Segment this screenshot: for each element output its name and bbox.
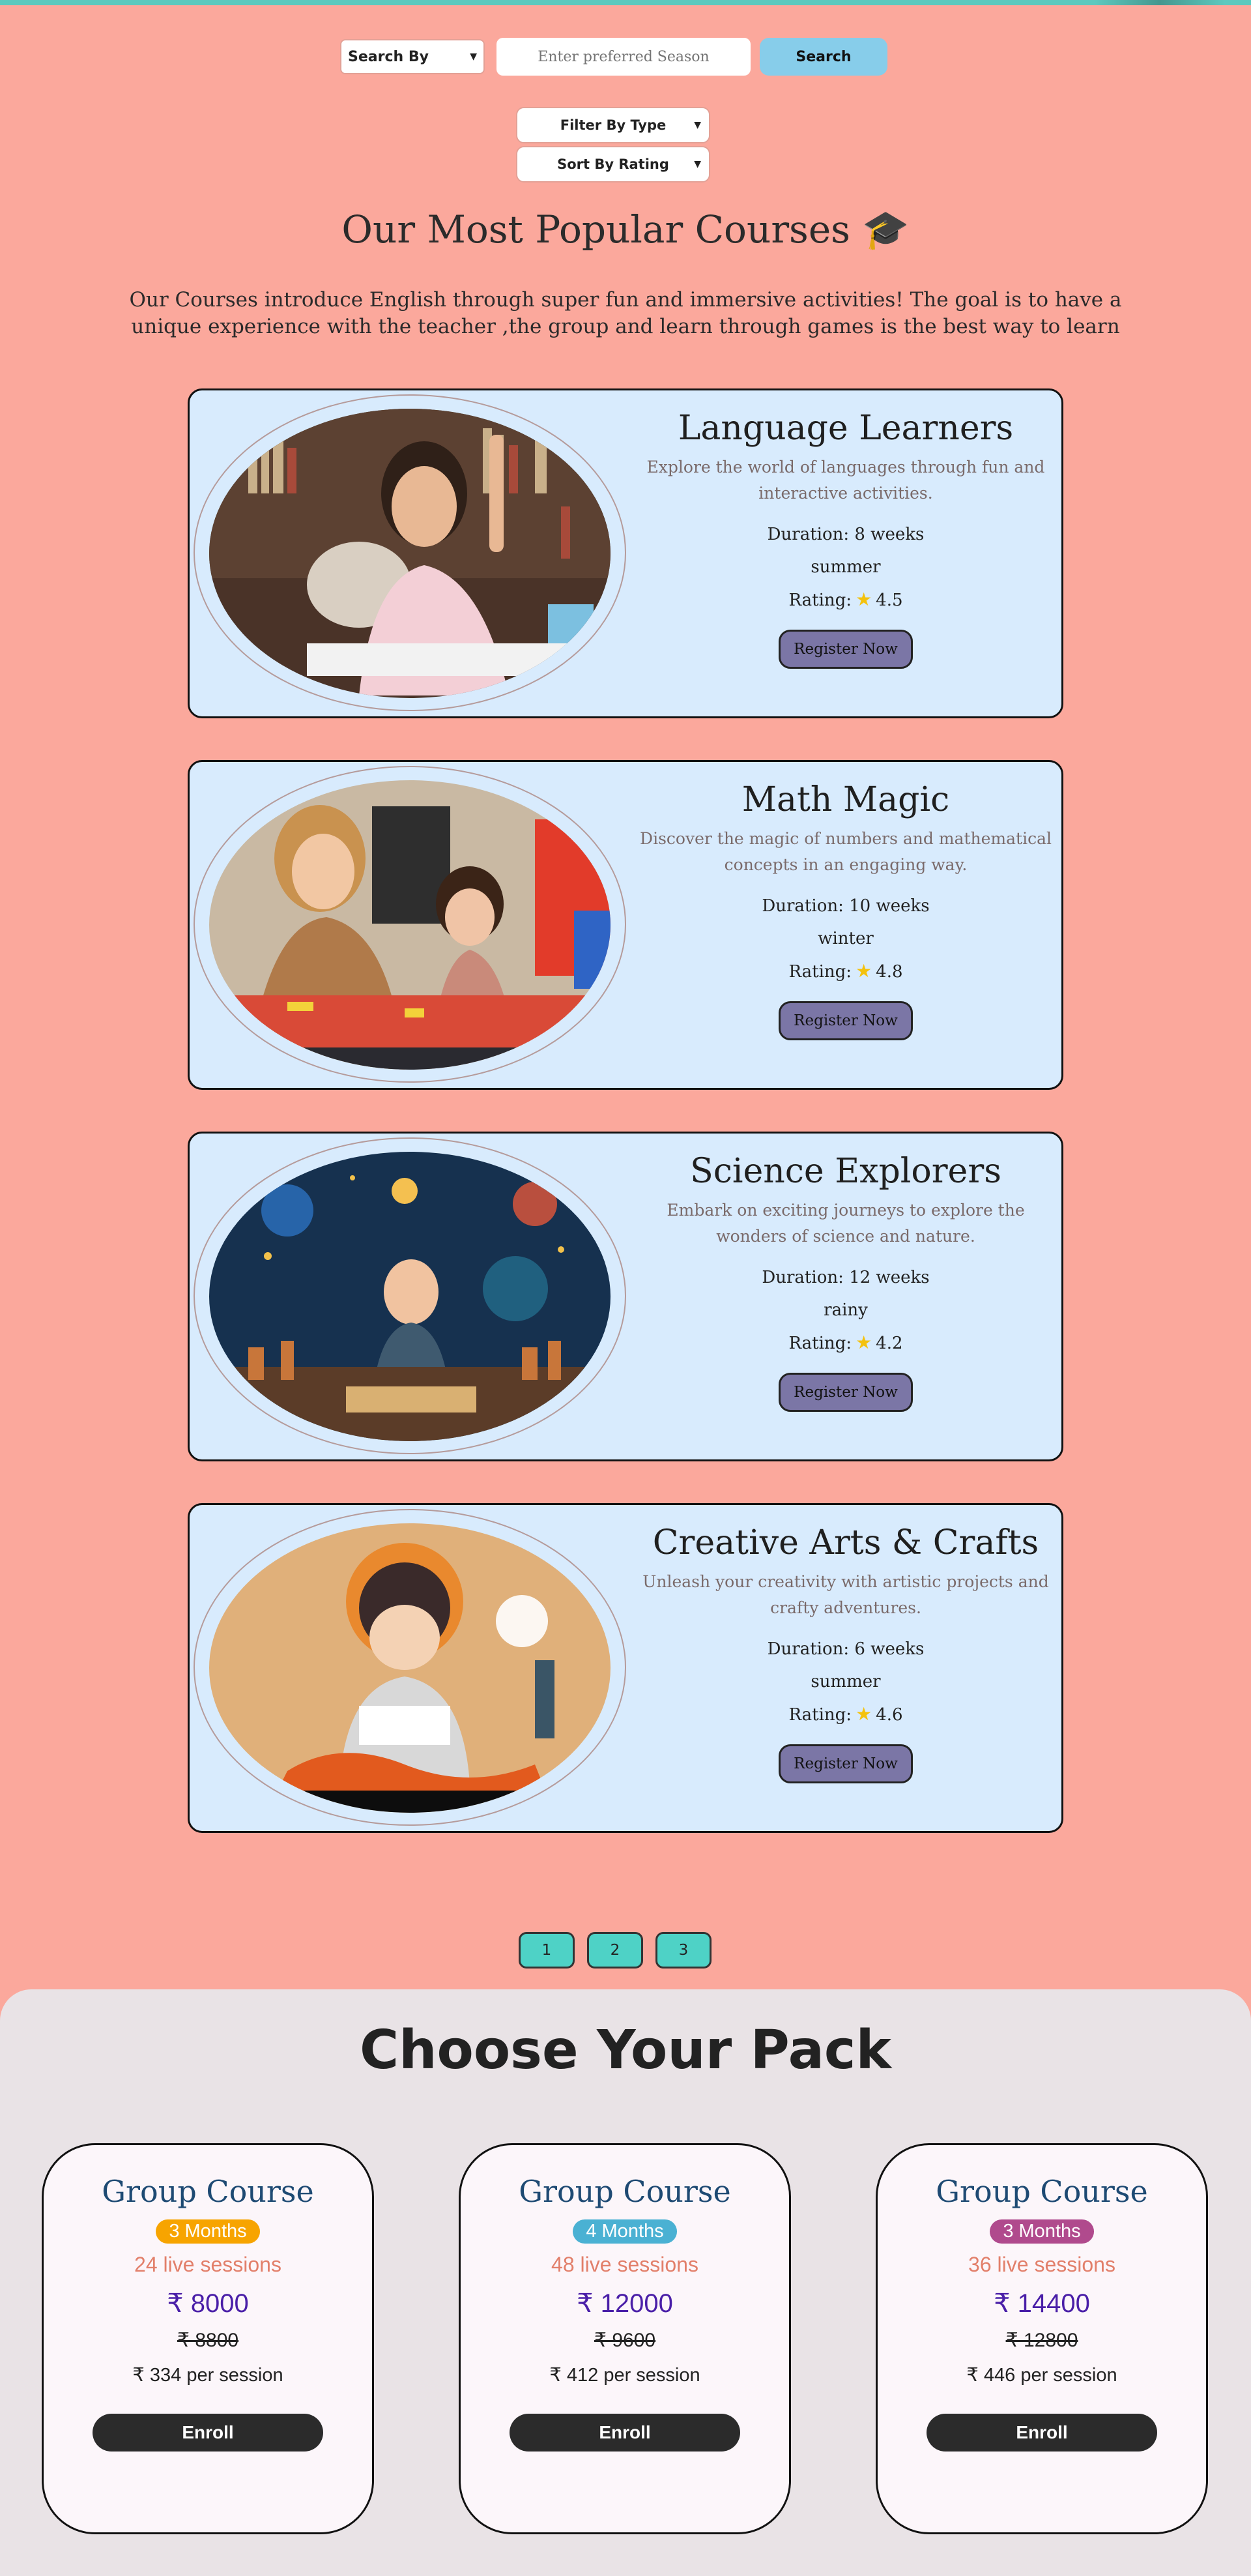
pack-card: Group Course 3 Months 24 live sessions ₹…	[42, 2143, 374, 2534]
course-rating: Rating: ★ 4.8	[626, 955, 1061, 988]
chevron-down-icon: ▼	[694, 120, 701, 130]
pack-card: Group Course 4 Months 48 live sessions ₹…	[459, 2143, 791, 2534]
course-info: Creative Arts & Crafts Unleash your crea…	[626, 1505, 1061, 1783]
rating-label: Rating:	[788, 962, 852, 982]
course-card: Language Learners Explore the world of l…	[188, 388, 1063, 718]
rating-value: 4.8	[876, 962, 903, 982]
course-rating: Rating: ★ 4.5	[626, 583, 1061, 617]
pack-per-session: ₹ 334 per session	[132, 2365, 283, 2386]
course-season: rainy	[824, 1300, 868, 1320]
pack-name: Group Course	[102, 2174, 314, 2209]
course-description: Unleash your creativity with artistic pr…	[642, 1572, 1049, 1617]
course-card: Creative Arts & Crafts Unleash your crea…	[188, 1503, 1063, 1833]
page-title: Our Most Popular Courses 🎓	[341, 207, 910, 252]
course-card: Math Magic Discover the magic of numbers…	[188, 760, 1063, 1090]
pack-name: Group Course	[519, 2174, 731, 2209]
rating-value: 4.2	[876, 1334, 903, 1353]
filter-type-label: Filter By Type	[560, 117, 667, 133]
register-now-button[interactable]: Register Now	[779, 1744, 913, 1783]
course-duration: Duration: 6 weeks	[767, 1639, 925, 1659]
filter-by-type-select[interactable]: Filter By Type ▼	[516, 107, 710, 143]
duration-badge: 3 Months	[156, 2219, 260, 2244]
page-button-1[interactable]: 1	[519, 1932, 575, 1969]
search-by-select[interactable]: Search By ▼	[340, 39, 485, 74]
course-title: Math Magic	[741, 780, 950, 819]
pack-price: ₹ 14400	[994, 2289, 1090, 2318]
season-search-input[interactable]	[496, 38, 751, 76]
chevron-down-icon: ▼	[694, 159, 701, 169]
course-image-arts	[209, 1523, 611, 1813]
rating-value: 4.6	[876, 1705, 903, 1725]
search-by-label: Search By	[348, 48, 429, 65]
course-card: Science Explorers Embark on exciting jou…	[188, 1132, 1063, 1461]
intro-text: Our Courses introduce English through su…	[129, 288, 1122, 338]
star-icon: ★	[856, 589, 872, 610]
course-season: winter	[818, 929, 874, 948]
sort-by-rating-select[interactable]: Sort By Rating ▼	[516, 146, 710, 183]
course-description: Discover the magic of numbers and mathem…	[640, 829, 1052, 874]
course-duration: Duration: 12 weeks	[762, 1268, 930, 1287]
course-duration: Duration: 8 weeks	[767, 525, 925, 544]
course-title: Science Explorers	[690, 1152, 1001, 1191]
enroll-button[interactable]: Enroll	[510, 2414, 740, 2452]
top-accent-bar	[0, 0, 1251, 5]
pack-sessions: 48 live sessions	[551, 2253, 698, 2276]
star-icon: ★	[856, 1332, 872, 1353]
course-title: Creative Arts & Crafts	[652, 1523, 1039, 1562]
pack-old-price: ₹ 12800	[1005, 2330, 1078, 2351]
rating-value: 4.5	[876, 591, 903, 610]
register-now-button[interactable]: Register Now	[779, 1001, 913, 1040]
course-description: Embark on exciting journeys to explore t…	[667, 1201, 1025, 1246]
course-season: summer	[811, 1672, 881, 1691]
pack-section-title: Choose Your Pack	[359, 2019, 892, 2081]
pack-old-price: ₹ 9600	[594, 2330, 656, 2351]
pack-sessions: 24 live sessions	[134, 2253, 281, 2276]
enroll-button[interactable]: Enroll	[93, 2414, 323, 2452]
course-description: Explore the world of languages through f…	[646, 458, 1045, 503]
course-info: Math Magic Discover the magic of numbers…	[626, 762, 1061, 1040]
course-rating: Rating: ★ 4.2	[626, 1326, 1061, 1360]
star-icon: ★	[856, 960, 872, 982]
pack-price: ₹ 12000	[577, 2289, 673, 2318]
course-rating: Rating: ★ 4.6	[626, 1698, 1061, 1731]
course-season: summer	[811, 557, 881, 577]
pack-old-price: ₹ 8800	[177, 2330, 239, 2351]
rating-label: Rating:	[788, 1705, 852, 1725]
pack-per-session: ₹ 412 per session	[549, 2365, 700, 2386]
course-image-science	[209, 1152, 611, 1441]
register-now-button[interactable]: Register Now	[779, 630, 913, 669]
course-info: Language Learners Explore the world of l…	[626, 390, 1061, 669]
enroll-button[interactable]: Enroll	[927, 2414, 1157, 2452]
course-duration: Duration: 10 weeks	[762, 896, 930, 916]
pack-per-session: ₹ 446 per session	[966, 2365, 1117, 2386]
sort-rating-label: Sort By Rating	[557, 156, 669, 172]
duration-badge: 3 Months	[990, 2219, 1094, 2244]
course-info: Science Explorers Embark on exciting jou…	[626, 1134, 1061, 1412]
pack-sessions: 36 live sessions	[968, 2253, 1115, 2276]
duration-badge: 4 Months	[573, 2219, 677, 2244]
register-now-button[interactable]: Register Now	[779, 1373, 913, 1412]
page-button-2[interactable]: 2	[587, 1932, 643, 1969]
page-button-3[interactable]: 3	[655, 1932, 712, 1969]
search-button[interactable]: Search	[760, 38, 887, 76]
course-title: Language Learners	[678, 409, 1014, 448]
rating-label: Rating:	[788, 591, 852, 610]
pack-card: Group Course 3 Months 36 live sessions ₹…	[876, 2143, 1208, 2534]
chevron-down-icon: ▼	[470, 51, 477, 62]
pack-name: Group Course	[936, 2174, 1148, 2209]
star-icon: ★	[856, 1703, 872, 1725]
course-image-language	[209, 409, 611, 698]
pack-price: ₹ 8000	[167, 2289, 249, 2318]
top-bar-shadow	[1095, 0, 1225, 5]
rating-label: Rating:	[788, 1334, 852, 1353]
course-image-math	[209, 780, 611, 1070]
